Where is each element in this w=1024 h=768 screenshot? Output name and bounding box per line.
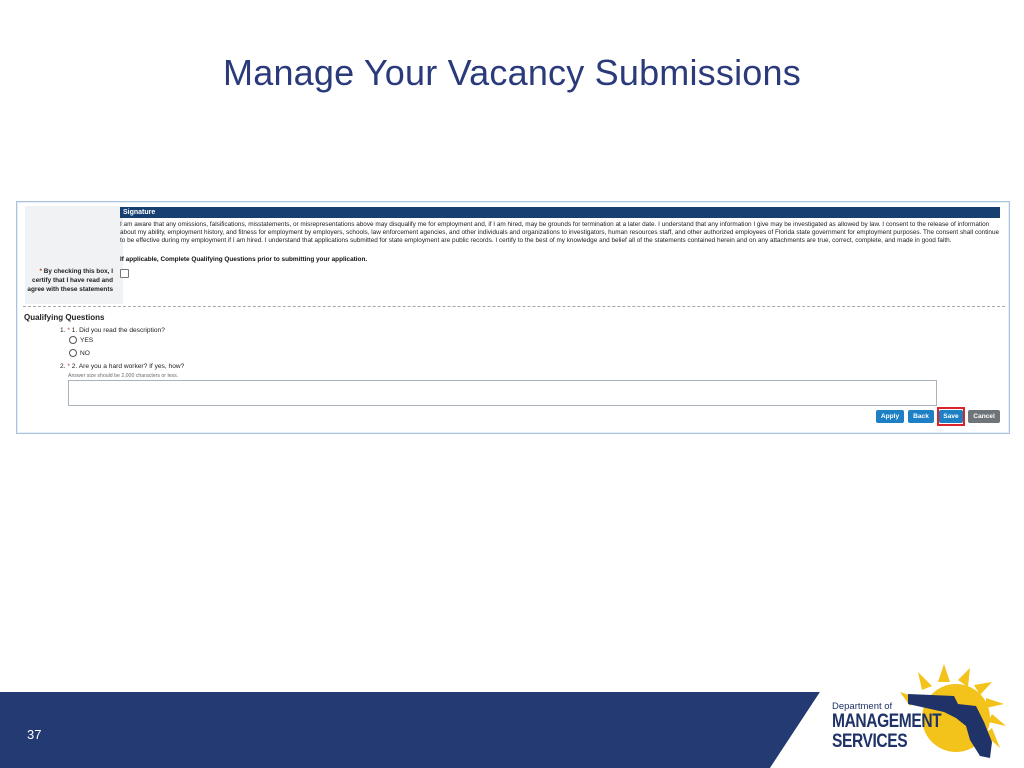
required-asterisk: * [67, 363, 70, 370]
answer-textarea[interactable] [68, 380, 937, 406]
radio-no[interactable]: NO [69, 349, 90, 357]
required-asterisk: * [67, 327, 70, 334]
radio-yes[interactable]: YES [69, 336, 93, 344]
apply-button[interactable]: Apply [876, 410, 904, 423]
question-1: 1. * 1. Did you read the description? [60, 327, 165, 334]
signature-header: Signature [120, 207, 1000, 218]
application-screenshot: Signature I am aware that any omissions,… [16, 201, 1010, 434]
radio-yes-label: YES [80, 336, 94, 344]
logo-management-text: MANAGEMENT [832, 711, 942, 732]
answer-size-hint: Answer size should be 2,000 characters o… [68, 373, 179, 379]
section-divider [23, 306, 1005, 307]
radio-no-label: NO [80, 349, 90, 357]
question-2-number: 2. [60, 363, 66, 370]
slide-title: Manage Your Vacancy Submissions [223, 52, 801, 93]
radio-circle-icon [69, 336, 77, 344]
cancel-button[interactable]: Cancel [968, 410, 1000, 423]
save-button[interactable]: Save [939, 410, 963, 423]
question-2: 2. * 2. Are you a hard worker? If yes, h… [60, 363, 184, 370]
required-asterisk: * [39, 268, 42, 275]
certify-label: * By checking this box, I certify that I… [27, 268, 113, 294]
question-2-text: 2. Are you a hard worker? If yes, how? [71, 363, 185, 370]
qualifying-questions-title: Qualifying Questions [24, 313, 105, 322]
logo-services-text: SERVICES [832, 731, 908, 752]
qualifying-note: If applicable, Complete Qualifying Quest… [120, 256, 368, 263]
dms-logo: Department of MANAGEMENT SERVICES [832, 701, 946, 752]
page-number: 37 [27, 727, 42, 742]
question-1-number: 1. [60, 327, 66, 334]
signature-statement: I am aware that any omissions, falsifica… [120, 221, 1000, 245]
back-button[interactable]: Back [908, 410, 934, 423]
radio-circle-icon [69, 349, 77, 357]
certify-checkbox[interactable] [120, 269, 129, 278]
question-1-text: 1. Did you read the description? [71, 327, 165, 334]
